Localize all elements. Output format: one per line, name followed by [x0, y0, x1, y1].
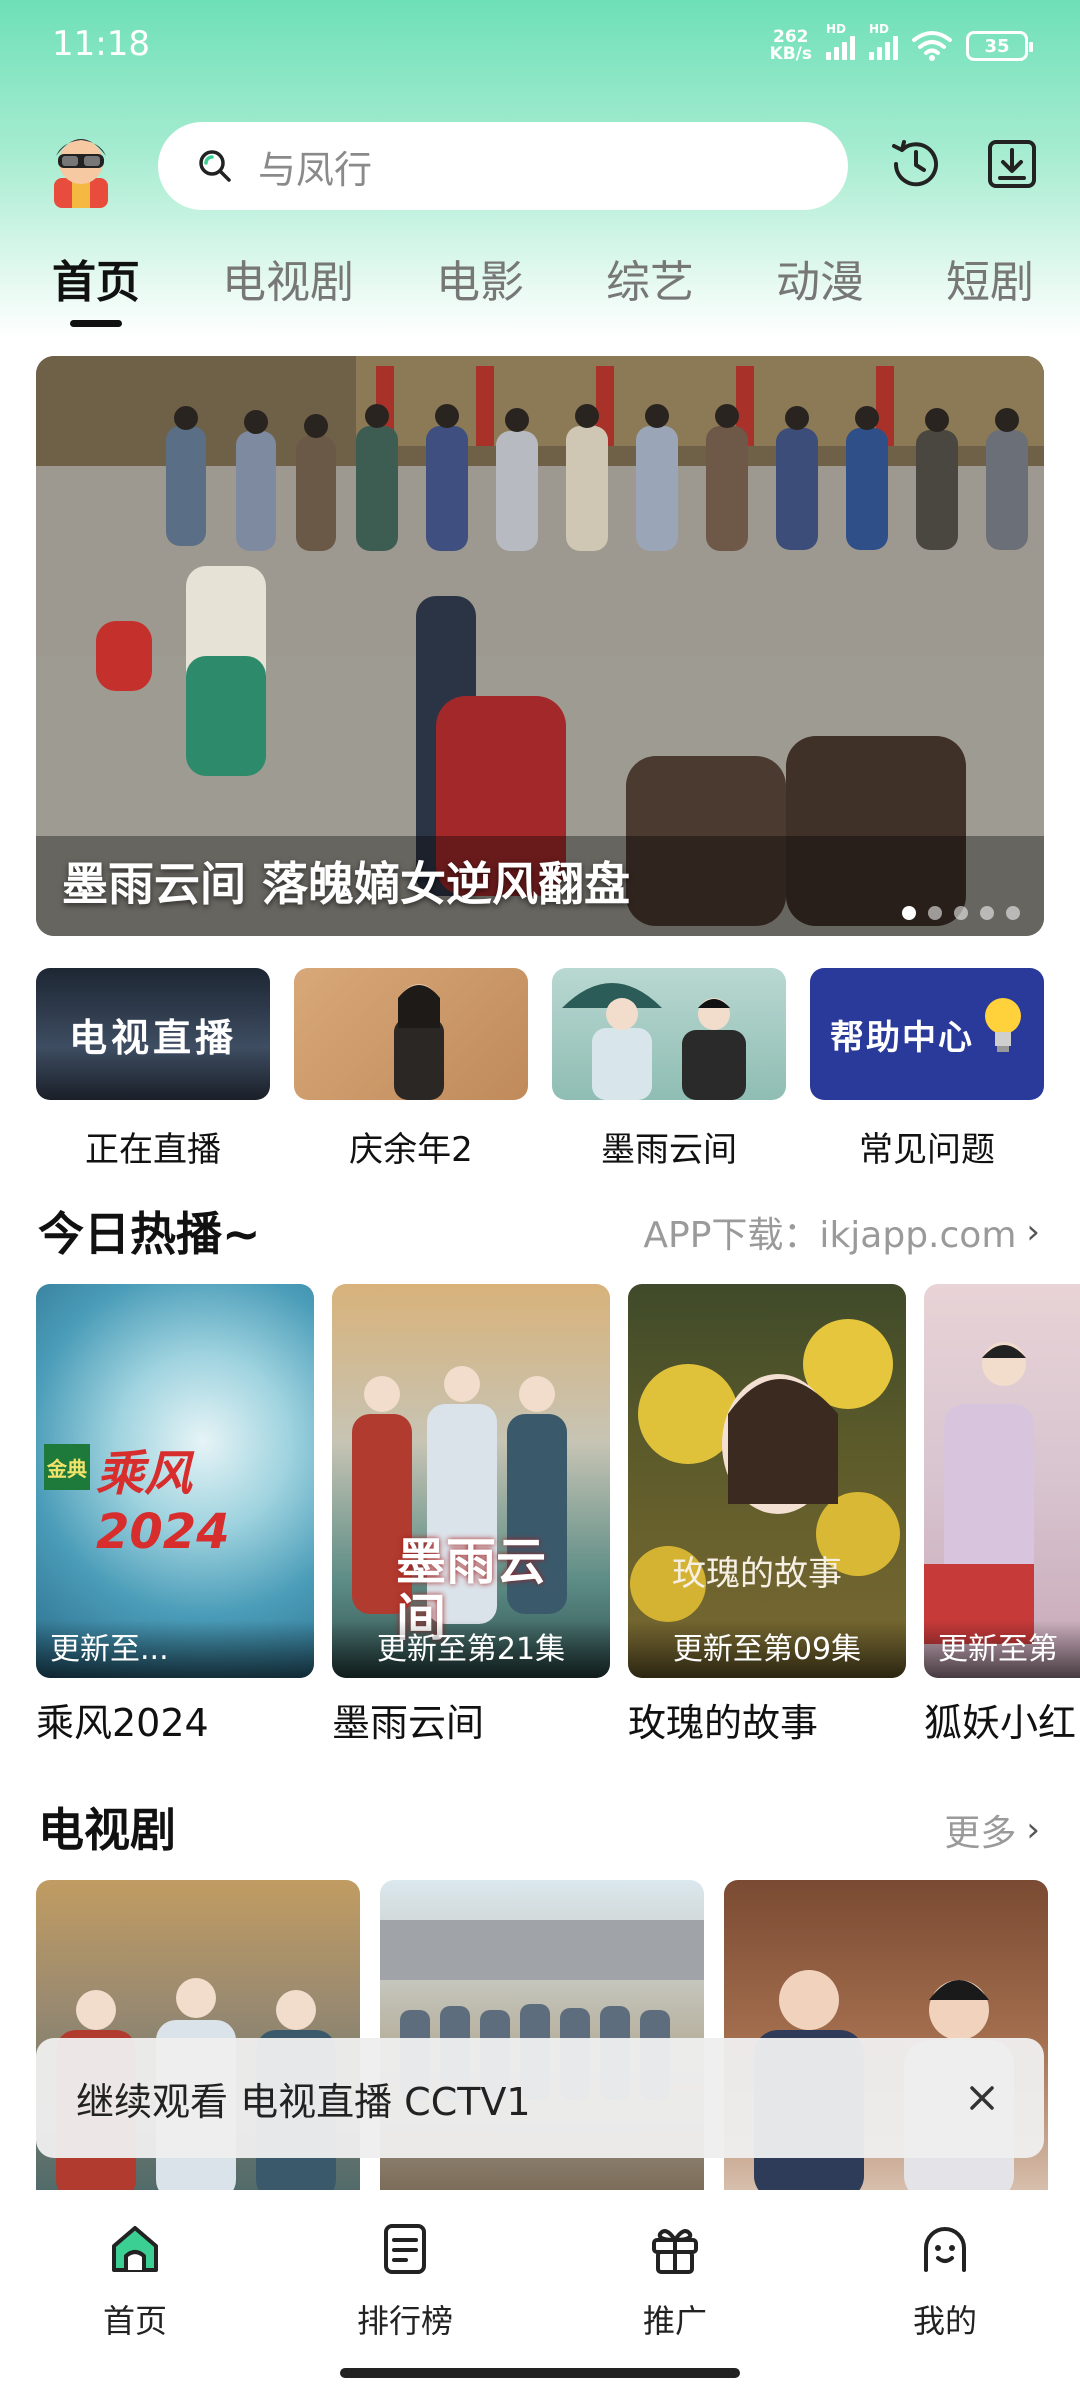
tv-more-link[interactable]: 更多 ›	[944, 1804, 1040, 1856]
active-tab-indicator	[70, 320, 122, 327]
signal-icon: HD	[826, 22, 855, 60]
tab-movies[interactable]: 电影	[436, 246, 524, 310]
moyuyunjian-thumbnail	[552, 968, 786, 1100]
gift-icon	[652, 2229, 698, 2274]
tab-tv-series[interactable]: 电视剧	[222, 246, 354, 310]
pagination-dot	[954, 906, 968, 920]
quick-entry-live[interactable]: 电视直播 正在直播	[36, 968, 270, 1171]
nav-home[interactable]: 首页	[0, 2190, 270, 2400]
tab-variety[interactable]: 综艺	[606, 246, 694, 310]
signal-icon-2: HD	[869, 22, 898, 60]
hot-item[interactable]: 玫瑰的故事 更新至第09集 玫瑰的故事	[628, 1284, 906, 1747]
pagination-dot	[980, 906, 994, 920]
home-icon	[112, 2226, 158, 2272]
poster-image: 金典 乘风2024 更新至...	[36, 1284, 314, 1678]
quick-entry-moyuyunjian[interactable]: 墨雨云间	[552, 968, 786, 1171]
ranking-icon	[384, 2224, 426, 2274]
profile-icon	[924, 2227, 966, 2272]
chevron-right-icon: ›	[1026, 1212, 1040, 1252]
episode-badge: 更新至...	[36, 1620, 314, 1678]
status-indicators: 262 KB/s HD HD 35	[769, 22, 1033, 68]
tab-short-drama[interactable]: 短剧	[946, 246, 1034, 310]
banner-pagination	[902, 906, 1020, 920]
quick-entry-faq[interactable]: 帮助中心 常见问题	[810, 968, 1044, 1171]
hot-item[interactable]: 更新至第 狐妖小红	[924, 1284, 1080, 1747]
episode-badge: 更新至第	[924, 1620, 1080, 1678]
banner-caption: 墨雨云间 落魄嫡女逆风翻盘	[62, 857, 631, 911]
poster-title: 墨雨云间	[332, 1701, 485, 1745]
continue-watching-text: 继续观看 电视直播 CCTV1	[76, 2079, 531, 2124]
battery-icon: 35	[966, 31, 1033, 61]
episode-badge: 更新至第21集	[332, 1620, 610, 1678]
avatar[interactable]	[44, 126, 118, 208]
lightbulb-icon	[985, 998, 1021, 1052]
quick-entry-qingyunian[interactable]: 庆余年2	[294, 968, 528, 1171]
home-indicator	[340, 2368, 740, 2378]
poster-image: 墨雨云间 更新至第21集	[332, 1284, 610, 1678]
search-icon	[199, 150, 231, 182]
help-center-thumbnail: 帮助中心	[810, 968, 1044, 1100]
download-icon[interactable]	[982, 134, 1042, 194]
tv-section-title: 电视剧	[38, 1803, 176, 1857]
poster-image: 玫瑰的故事 更新至第09集	[628, 1284, 906, 1678]
poster-title: 狐妖小红	[924, 1701, 1077, 1745]
nav-profile[interactable]: 我的	[810, 2190, 1080, 2400]
close-icon[interactable]	[960, 2076, 1004, 2120]
tab-anime[interactable]: 动漫	[776, 246, 864, 310]
app-download-link[interactable]: APP下载：ikjapp.com ›	[643, 1206, 1040, 1258]
status-bar: 11:18 262 KB/s HD HD 35	[0, 0, 1080, 92]
tab-home[interactable]: 首页	[52, 246, 140, 310]
wifi-icon	[912, 31, 952, 61]
category-tabs: 首页 电视剧 电影 综艺 动漫 短剧	[52, 246, 1080, 310]
live-tv-thumbnail: 电视直播	[36, 968, 270, 1100]
search-input[interactable]: 与凤行	[158, 122, 848, 210]
hot-section-title: 今日热播~	[38, 1207, 261, 1261]
jindian-logo: 金典	[44, 1444, 90, 1490]
status-time: 11:18	[52, 24, 150, 64]
poster-title: 乘风2024	[36, 1701, 209, 1745]
poster-image: 更新至第	[924, 1284, 1080, 1678]
hot-item[interactable]: 墨雨云间 更新至第21集 墨雨云间	[332, 1284, 610, 1747]
poster-logo-text: 玫瑰的故事	[672, 1554, 842, 1594]
hot-list: 金典 乘风2024 更新至... 乘风2024 墨雨云间 更新至第21集 墨雨云…	[36, 1284, 1080, 1747]
episode-badge: 更新至第09集	[628, 1620, 906, 1678]
poster-logo-text: 乘风2024	[96, 1446, 230, 1560]
network-speed: 262 KB/s	[769, 27, 812, 64]
continue-watching-toast[interactable]: 继续观看 电视直播 CCTV1	[36, 2038, 1044, 2158]
chevron-right-icon: ›	[1026, 1810, 1040, 1850]
pagination-dot	[902, 906, 916, 920]
search-placeholder: 与凤行	[258, 147, 373, 192]
history-icon[interactable]	[886, 134, 946, 194]
qingyunian-thumbnail	[294, 968, 528, 1100]
pagination-dot	[928, 906, 942, 920]
hero-banner[interactable]: 墨雨云间 落魄嫡女逆风翻盘	[36, 356, 1044, 936]
pagination-dot	[1006, 906, 1020, 920]
poster-title: 玫瑰的故事	[628, 1701, 819, 1745]
quick-entries: 电视直播 正在直播 庆余年2 墨雨云间 帮助中心 常见问题	[36, 968, 1044, 1171]
hot-item[interactable]: 金典 乘风2024 更新至... 乘风2024	[36, 1284, 314, 1747]
